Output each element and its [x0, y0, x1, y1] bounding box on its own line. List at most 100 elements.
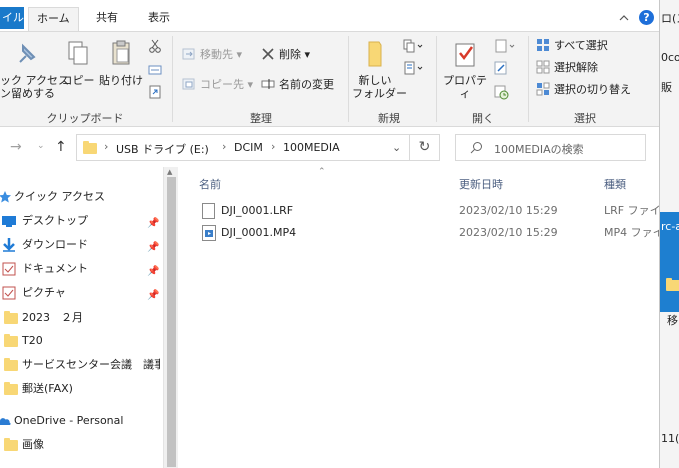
scrollbar-thumb[interactable]: [167, 177, 176, 467]
table-row[interactable]: DJI_0001.MP4 2023/02/10 15:29 MP4 ファイル: [178, 222, 675, 244]
folder-icon: [83, 141, 97, 154]
address-row: → ⌄ ↑ › USB ドライブ (E:) › DCIM › 100MEDIA …: [0, 127, 659, 167]
video-file-icon: [202, 225, 216, 241]
paste-shortcut-icon[interactable]: [148, 85, 162, 99]
background-window[interactable]: ロ(スク 0co 販 rc-a 移 11(: [659, 0, 679, 468]
scroll-up-arrow-icon[interactable]: ▲: [167, 168, 172, 176]
file-modified: 2023/02/10 15:29: [459, 204, 558, 217]
organize-group-label: 整理: [250, 112, 272, 125]
back-arrow-icon[interactable]: →: [10, 139, 22, 155]
nav-label: 2023 ２月: [22, 311, 83, 324]
breadcrumb-100media[interactable]: 100MEDIA: [283, 141, 340, 154]
ribbon-tab-strip: イル ホーム 共有 表示 ?: [0, 0, 679, 31]
new-item-icon[interactable]: [403, 39, 425, 53]
nav-item-documents[interactable]: ドキュメント 📌: [0, 258, 160, 280]
copy-to-button[interactable]: コピー先 ▾: [182, 77, 253, 93]
move-to-icon: [182, 47, 196, 61]
breadcrumb-separator: ›: [222, 140, 227, 153]
nav-item-desktop[interactable]: デスクトップ 📌: [0, 210, 160, 232]
address-dropdown-chevron-icon[interactable]: ⌄: [392, 141, 401, 154]
folder-icon: [4, 334, 18, 348]
nav-item-pictures[interactable]: ピクチャ 📌: [0, 282, 160, 304]
up-arrow-icon[interactable]: ↑: [55, 139, 67, 155]
delete-icon: [261, 47, 275, 61]
edit-icon[interactable]: [494, 61, 508, 75]
pictures-icon: [2, 286, 16, 300]
select-all-icon: [536, 38, 550, 52]
recent-locations-chevron-icon[interactable]: ⌄: [37, 141, 45, 151]
help-icon[interactable]: ?: [639, 10, 654, 25]
onedrive-icon: [0, 418, 11, 425]
column-header-modified[interactable]: 更新日時: [459, 176, 503, 192]
nav-label: クイック アクセス: [14, 190, 105, 203]
background-text: 販: [661, 81, 672, 94]
select-all-button[interactable]: すべて選択: [536, 38, 608, 54]
select-none-icon: [536, 60, 550, 74]
new-folder-button[interactable]: 新しい フォルダー: [352, 38, 407, 100]
copy-label: コピー: [61, 74, 95, 87]
background-text: 11(: [661, 432, 679, 445]
select-none-label: 選択解除: [554, 61, 598, 74]
copy-path-icon[interactable]: [148, 63, 162, 77]
folder-icon: [4, 358, 18, 372]
properties-label: プロパティ: [443, 74, 487, 100]
nav-item-quick-access[interactable]: クイック アクセス: [0, 186, 160, 208]
invert-selection-icon: [536, 82, 550, 96]
tab-view[interactable]: 表示: [140, 7, 178, 31]
rename-button[interactable]: 名前の変更: [261, 77, 334, 93]
nav-item-folder[interactable]: サービスセンター会議 議事録: [0, 354, 160, 376]
paste-button[interactable]: 貼り付け: [98, 38, 144, 87]
paste-label: 貼り付け: [99, 74, 143, 87]
invert-selection-button[interactable]: 選択の切り替え: [536, 82, 631, 98]
nav-pane-scrollbar[interactable]: ▲: [163, 167, 178, 468]
background-text: ロ(スク: [661, 12, 679, 25]
nav-label: ダウンロード: [22, 238, 88, 251]
star-icon: [0, 191, 11, 203]
pin-quick-access-button[interactable]: ック アクセス ン留めする: [0, 38, 69, 100]
copy-icon: [62, 38, 94, 70]
pin-icon[interactable]: 📌: [147, 213, 159, 232]
nav-item-onedrive[interactable]: OneDrive - Personal: [0, 410, 160, 432]
pin-icon[interactable]: 📌: [147, 237, 159, 256]
refresh-icon[interactable]: ↻: [410, 134, 440, 161]
delete-button[interactable]: 削除 ▾: [261, 47, 310, 63]
folder-icon: [4, 438, 18, 452]
select-none-button[interactable]: 選択解除: [536, 60, 598, 76]
nav-item-downloads[interactable]: ダウンロード 📌: [0, 234, 160, 256]
tab-share[interactable]: 共有: [88, 7, 126, 31]
background-text: rc-a: [661, 220, 679, 233]
collapse-ribbon-icon[interactable]: [617, 11, 631, 25]
move-to-button[interactable]: 移動先 ▾: [182, 47, 242, 63]
search-icon: [470, 142, 482, 154]
file-name: DJI_0001.LRF: [221, 204, 294, 217]
copy-button[interactable]: コピー: [60, 38, 96, 87]
column-header-name[interactable]: 名前: [199, 176, 221, 192]
address-bar[interactable]: › USB ドライブ (E:) › DCIM › 100MEDIA ⌄: [76, 134, 410, 161]
properties-button[interactable]: プロパティ: [440, 38, 490, 100]
nav-label: デスクトップ: [22, 214, 88, 227]
open-icon[interactable]: [494, 39, 518, 53]
nav-label: 郵送(FAX): [22, 382, 73, 395]
pin-icon[interactable]: 📌: [147, 285, 159, 304]
properties-icon: [449, 38, 481, 70]
breadcrumb-dcim[interactable]: DCIM: [234, 141, 263, 154]
copy-to-label: コピー先: [200, 78, 244, 91]
column-header-type[interactable]: 種類: [604, 176, 626, 192]
nav-item-folder[interactable]: 2023 ２月: [0, 307, 160, 329]
nav-item-folder[interactable]: 画像: [0, 434, 160, 456]
breadcrumb-usb-drive[interactable]: USB ドライブ (E:): [116, 141, 209, 157]
tab-home[interactable]: ホーム: [28, 7, 79, 31]
cut-icon[interactable]: [148, 39, 162, 53]
select-all-label: すべて選択: [554, 39, 608, 52]
search-input[interactable]: 100MEDIAの検索: [455, 134, 646, 161]
history-icon[interactable]: [494, 84, 510, 100]
table-row[interactable]: DJI_0001.LRF 2023/02/10 15:29 LRF ファイル: [178, 200, 672, 222]
tab-file[interactable]: イル: [0, 7, 24, 29]
nav-item-folder[interactable]: T20: [0, 330, 160, 352]
ribbon-separator: [528, 36, 529, 122]
nav-item-folder[interactable]: 郵送(FAX): [0, 378, 160, 400]
ribbon-separator: [436, 36, 437, 122]
pin-icon[interactable]: 📌: [147, 261, 159, 280]
easy-access-icon[interactable]: [403, 61, 425, 75]
background-text: 0co: [661, 51, 679, 64]
